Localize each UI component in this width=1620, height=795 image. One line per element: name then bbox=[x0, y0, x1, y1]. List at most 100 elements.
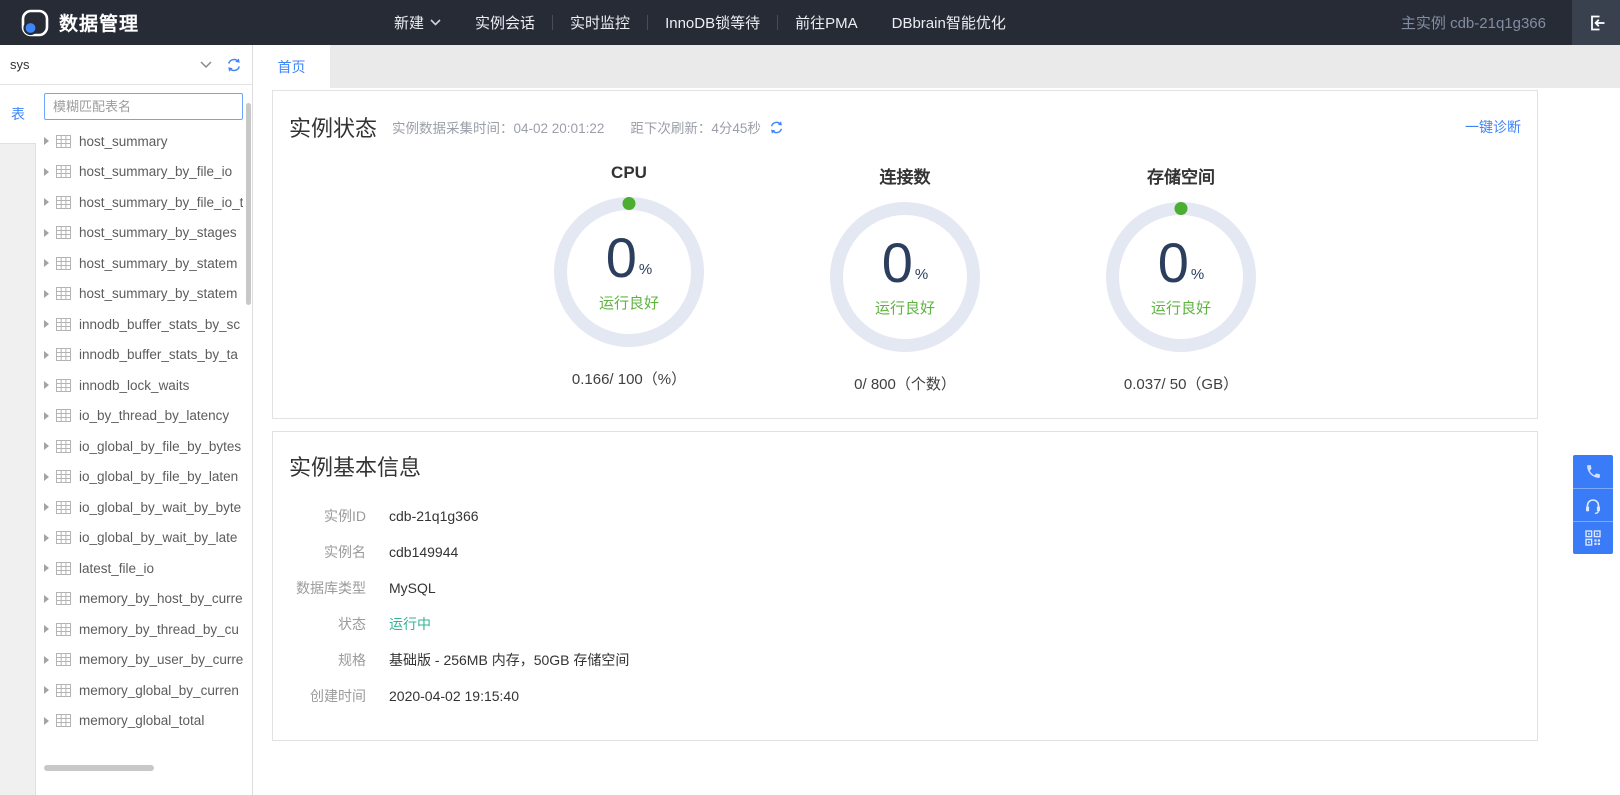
instance-status-panel: 实例状态 实例数据采集时间：04-02 20:01:22 距下次刷新：4分45秒 bbox=[272, 90, 1538, 419]
table-icon bbox=[56, 500, 71, 514]
table-tree-item[interactable]: innodb_buffer_stats_by_sc bbox=[36, 309, 252, 340]
table-tree-item[interactable]: host_summary_by_stages bbox=[36, 218, 252, 249]
info-value: MySQL bbox=[389, 580, 436, 596]
tab-home[interactable]: 首页 bbox=[253, 45, 330, 88]
caret-right-icon[interactable] bbox=[44, 259, 49, 268]
table-tree-item[interactable]: memory_by_user_by_curre bbox=[36, 645, 252, 676]
table-tree-item[interactable]: host_summary_by_statem bbox=[36, 279, 252, 310]
table-tree-item[interactable]: io_global_by_wait_by_late bbox=[36, 523, 252, 554]
database-selector-row: sys bbox=[0, 45, 252, 85]
one-click-diagnose-link[interactable]: 一键诊断 bbox=[1465, 117, 1521, 137]
table-tree-item[interactable]: latest_file_io bbox=[36, 553, 252, 584]
status-panel-title: 实例状态 bbox=[289, 116, 378, 141]
table-name: innodb_lock_waits bbox=[79, 377, 190, 393]
info-row-instance-name: 实例名 cdb149944 bbox=[289, 534, 1521, 570]
table-tree-item[interactable]: host_summary bbox=[36, 126, 252, 157]
caret-right-icon[interactable] bbox=[44, 716, 49, 725]
caret-right-icon[interactable] bbox=[44, 686, 49, 695]
caret-right-icon[interactable] bbox=[44, 594, 49, 603]
info-label: 实例名 bbox=[324, 544, 366, 560]
menu-item-new[interactable]: 新建 bbox=[377, 0, 458, 45]
caret-right-icon[interactable] bbox=[44, 411, 49, 420]
info-label: 实例ID bbox=[324, 508, 366, 524]
table-tree-item[interactable]: host_summary_by_file_io bbox=[36, 157, 252, 188]
tab-bar: 首页 bbox=[253, 45, 1620, 88]
horizontal-scrollbar-thumb[interactable] bbox=[44, 765, 154, 771]
table-tree-item[interactable]: memory_by_thread_by_cu bbox=[36, 614, 252, 645]
table-tree-item[interactable]: host_summary_by_statem bbox=[36, 248, 252, 279]
info-label: 创建时间 bbox=[310, 688, 366, 704]
refresh-countdown-text: 距下次刷新：4分45秒 bbox=[630, 121, 761, 136]
logout-button[interactable] bbox=[1572, 0, 1620, 45]
table-icon bbox=[56, 378, 71, 392]
info-panel-title: 实例基本信息 bbox=[289, 455, 422, 480]
info-value: cdb149944 bbox=[389, 544, 459, 560]
tab-tables[interactable]: 表 bbox=[0, 85, 36, 143]
caret-right-icon[interactable] bbox=[44, 350, 49, 359]
sidebar-vertical-tabs: 表 bbox=[0, 85, 36, 795]
table-tree-item[interactable]: memory_by_host_by_curre bbox=[36, 584, 252, 615]
info-row-create-time: 创建时间 2020-04-02 19:15:40 bbox=[289, 678, 1521, 714]
caret-right-icon[interactable] bbox=[44, 533, 49, 542]
qrcode-button[interactable] bbox=[1573, 521, 1613, 554]
table-tree-item[interactable]: io_global_by_file_by_bytes bbox=[36, 431, 252, 462]
refresh-icon[interactable] bbox=[769, 120, 784, 135]
caret-right-icon[interactable] bbox=[44, 228, 49, 237]
chevron-down-icon bbox=[200, 60, 212, 68]
caret-right-icon[interactable] bbox=[44, 320, 49, 329]
caret-right-icon[interactable] bbox=[44, 564, 49, 573]
table-icon bbox=[56, 470, 71, 484]
menu-item-instance-sessions[interactable]: 实例会话 bbox=[458, 0, 552, 45]
gauges-row: CPU 0 % 运行良好 0.166/ 100（%） 连接数 0 % 运行良好 … bbox=[289, 163, 1521, 394]
phone-support-button[interactable] bbox=[1573, 455, 1613, 488]
gauge-unit: % bbox=[638, 260, 653, 278]
gauge-status: 运行良好 bbox=[874, 299, 935, 317]
table-tree-item[interactable]: innodb_lock_waits bbox=[36, 370, 252, 401]
table-tree-item[interactable]: io_global_by_file_by_laten bbox=[36, 462, 252, 493]
gauge-title: 连接数 bbox=[879, 168, 931, 187]
caret-right-icon[interactable] bbox=[44, 655, 49, 664]
table-search-input[interactable] bbox=[44, 93, 243, 120]
table-tree-item[interactable]: io_by_thread_by_latency bbox=[36, 401, 252, 432]
table-name: memory_by_host_by_curre bbox=[79, 591, 243, 607]
caret-right-icon[interactable] bbox=[44, 289, 49, 298]
tables-tree: host_summary host_summary_by_file_io hos… bbox=[36, 124, 252, 795]
caret-right-icon[interactable] bbox=[44, 167, 49, 176]
page-content: 实例状态 实例数据采集时间：04-02 20:01:22 距下次刷新：4分45秒 bbox=[253, 88, 1620, 795]
info-row-status: 状态 运行中 bbox=[289, 606, 1521, 642]
menu-item-label: 新建 bbox=[394, 15, 425, 32]
table-tree-item[interactable]: memory_global_by_curren bbox=[36, 675, 252, 706]
table-name: host_summary_by_stages bbox=[79, 225, 237, 241]
sidebar: sys 表 模糊匹配表名 host_summary host_summary_b… bbox=[0, 45, 253, 795]
vertical-scrollbar-thumb[interactable] bbox=[246, 103, 251, 305]
customer-service-button[interactable] bbox=[1573, 488, 1613, 521]
status-panel-meta: 实例数据采集时间：04-02 20:01:22 距下次刷新：4分45秒 bbox=[392, 117, 784, 137]
menu-item-goto-pma[interactable]: 前往PMA bbox=[778, 0, 875, 45]
menu-item-dbbrain[interactable]: DBbrain智能优化 bbox=[875, 0, 1023, 45]
menu-item-label: 前往PMA bbox=[795, 15, 858, 32]
gauge-ring: 0 % 运行良好 bbox=[554, 197, 704, 347]
table-icon bbox=[56, 531, 71, 545]
caret-right-icon[interactable] bbox=[44, 625, 49, 634]
table-tree-item[interactable]: memory_global_total bbox=[36, 706, 252, 737]
caret-right-icon[interactable] bbox=[44, 472, 49, 481]
info-row-db-type: 数据库类型 MySQL bbox=[289, 570, 1521, 606]
menu-item-realtime-monitor[interactable]: 实时监控 bbox=[553, 0, 647, 45]
caret-right-icon[interactable] bbox=[44, 442, 49, 451]
table-name: host_summary_by_statem bbox=[79, 286, 238, 302]
refresh-tables-button[interactable] bbox=[226, 57, 242, 73]
table-icon bbox=[56, 287, 71, 301]
table-icon bbox=[56, 134, 71, 148]
caret-right-icon[interactable] bbox=[44, 198, 49, 207]
table-tree-item[interactable]: innodb_buffer_stats_by_ta bbox=[36, 340, 252, 371]
table-tree-item[interactable]: io_global_by_wait_by_byte bbox=[36, 492, 252, 523]
caret-right-icon[interactable] bbox=[44, 381, 49, 390]
caret-right-icon[interactable] bbox=[44, 137, 49, 146]
caret-right-icon[interactable] bbox=[44, 503, 49, 512]
master-instance-label: 主实例 cdb-21q1g366 bbox=[1400, 15, 1546, 32]
table-tree-item[interactable]: host_summary_by_file_io_t bbox=[36, 187, 252, 218]
menu-item-label: 实例会话 bbox=[475, 15, 536, 32]
menu-item-innodb-lock-waits[interactable]: InnoDB锁等待 bbox=[648, 0, 777, 45]
database-select[interactable]: sys bbox=[10, 57, 212, 72]
status-panel-header: 实例状态 实例数据采集时间：04-02 20:01:22 距下次刷新：4分45秒 bbox=[289, 111, 1521, 143]
